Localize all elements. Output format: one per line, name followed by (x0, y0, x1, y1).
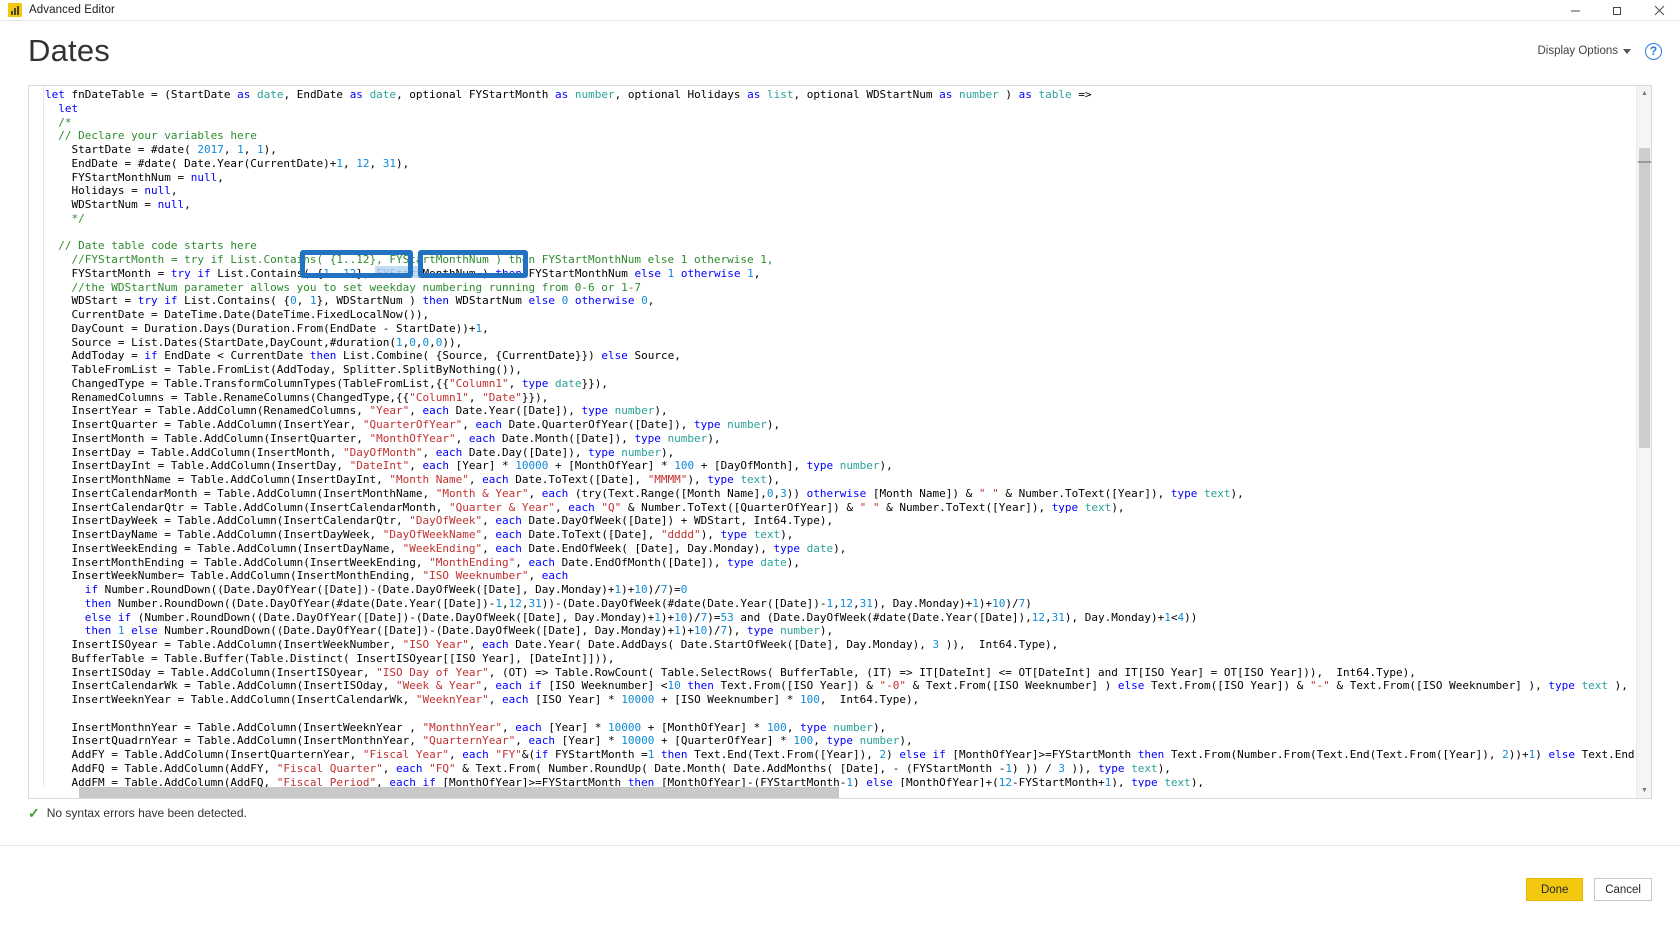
code-line: InsertWeeknYear = Table.AddColumn(Insert… (45, 693, 920, 706)
cancel-button[interactable]: Cancel (1594, 878, 1652, 901)
scroll-up-icon[interactable]: ▲ (1637, 86, 1651, 101)
done-button[interactable]: Done (1526, 878, 1584, 901)
code-line: InsertISOday = Table.AddColumn(InsertISO… (45, 665, 1416, 679)
vertical-scrollbar-thumb[interactable] (1639, 148, 1650, 448)
code-line: InsertISOyear = Table.AddColumn(InsertWe… (45, 638, 1059, 651)
checkmark-icon: ✓ (28, 805, 40, 821)
page-title: Dates (28, 33, 110, 68)
scroll-down-icon[interactable]: ▼ (1637, 783, 1651, 798)
header-actions: Display Options ? (1537, 42, 1662, 60)
code-line: CurrentDate = DateTime.Date(DateTime.Fix… (45, 308, 430, 321)
code-line: if Number.RoundDown((Date.DayOfYear([Dat… (45, 583, 688, 596)
close-icon[interactable] (1638, 0, 1680, 21)
code-line: DayCount = Duration.Days(Duration.From(E… (45, 321, 489, 335)
code-line: InsertWeekEnding = Table.AddColumn(Inser… (45, 541, 847, 555)
code-line: Holidays = null, (45, 184, 178, 198)
syntax-status-text: No syntax errors have been detected. (46, 806, 247, 820)
code-line: InsertMonthnYear = Table.AddColumn(Inser… (45, 720, 887, 734)
code-line: else if (Number.RoundDown((Date.DayOfYea… (45, 610, 1198, 624)
code-text[interactable]: let fnDateTable = (StartDate as date, En… (45, 86, 1636, 788)
code-line: AddToday = if EndDate < CurrentDate then… (45, 349, 681, 363)
page-header: Dates Display Options ? (0, 21, 1680, 81)
code-line: InsertDayWeek = Table.AddColumn(InsertCa… (45, 514, 834, 528)
help-icon[interactable]: ? (1645, 42, 1662, 60)
code-line: /* (45, 115, 72, 129)
text-caret (421, 265, 423, 278)
code-line: EndDate = #date( Date.Year(CurrentDate)+… (45, 156, 410, 170)
code-line: InsertCalendarQtr = Table.AddColumn(Inse… (45, 500, 1125, 514)
display-options-dropdown[interactable]: Display Options (1537, 45, 1631, 57)
code-line: InsertDayInt = Table.AddColumn(InsertDay… (45, 459, 893, 473)
powerbi-icon (8, 3, 22, 17)
code-line: InsertWeekNumber= Table.AddColumn(Insert… (45, 569, 569, 583)
code-line: RenamedColumns = Table.RenameColumns(Cha… (45, 390, 549, 404)
code-line: Source = List.Dates(StartDate,DayCount,#… (45, 335, 463, 349)
window-controls (1554, 0, 1680, 21)
code-line: ChangedType = Table.TransformColumnTypes… (45, 376, 608, 390)
code-line: InsertDayName = Table.AddColumn(InsertDa… (45, 528, 794, 541)
code-line: WDStart = try if List.Contains( {0, 1}, … (45, 294, 655, 308)
dialog-footer: Done Cancel (0, 845, 1680, 945)
chevron-down-icon (1623, 48, 1631, 54)
code-line: // Date table code starts here (45, 239, 257, 253)
code-line: InsertQuadrnYear = Table.AddColumn(Inser… (45, 734, 913, 748)
code-line: AddFY = Table.AddColumn(InsertQuarternYe… (45, 748, 1636, 761)
code-line: //FYStartMonth = try if List.Contains( {… (45, 253, 774, 266)
code-line: then 1 else Number.RoundDown((Date.DayOf… (45, 624, 834, 638)
syntax-status: ✓ No syntax errors have been detected. (28, 806, 247, 820)
vertical-scrollbar[interactable]: ▲ ▼ (1636, 86, 1651, 798)
display-options-label: Display Options (1537, 45, 1618, 57)
code-line: TableFromList = Table.FromList(AddToday,… (45, 363, 522, 376)
horizontal-scrollbar[interactable] (29, 787, 1636, 798)
footer-buttons: Done Cancel (1526, 878, 1652, 901)
code-line: AddFQ = Table.AddColumn(AddFY, "Fiscal Q… (45, 761, 1171, 775)
code-line: InsertMonthName = Table.AddColumn(Insert… (45, 473, 781, 486)
code-line: StartDate = #date( 2017, 1, 1), (45, 143, 277, 156)
code-line: InsertCalendarMonth = Table.AddColumn(In… (45, 486, 1244, 500)
minimize-icon[interactable] (1554, 0, 1596, 21)
code-line: InsertMonth = Table.AddColumn(InsertQuar… (45, 431, 721, 445)
code-line: //the WDStartNum parameter allows you to… (45, 280, 642, 294)
code-line: InsertMonthEnding = Table.AddColumn(Inse… (45, 555, 801, 569)
text-selection-highlight (375, 266, 421, 278)
code-line: WDStartNum = null, (45, 198, 191, 211)
code-editor[interactable]: let fnDateTable = (StartDate as date, En… (28, 85, 1652, 799)
restore-icon[interactable] (1596, 0, 1638, 21)
code-line: InsertDay = Table.AddColumn(InsertMonth,… (45, 445, 675, 459)
code-line: // Declare your variables here (45, 129, 257, 143)
code-line: BufferTable = Table.Buffer(Table.Distinc… (45, 651, 615, 665)
code-line: FYStartMonthNum = null, (45, 170, 224, 184)
window-title: Advanced Editor (29, 4, 115, 16)
code-line: let (45, 101, 79, 115)
code-line: InsertYear = Table.AddColumn(RenamedColu… (45, 404, 668, 418)
code-line: let fnDateTable = (StartDate as date, En… (45, 88, 1092, 101)
scrollbar-marker (1638, 161, 1651, 163)
code-line: FYStartMonth = try if List.Contains( {1.… (45, 266, 761, 280)
code-line: then Number.RoundDown((Date.DayOfYear(#d… (45, 596, 1032, 610)
editor-gutter (29, 86, 44, 798)
title-bar: Advanced Editor (0, 0, 1680, 21)
horizontal-scrollbar-thumb[interactable] (79, 787, 839, 798)
code-line: InsertQuarter = Table.AddColumn(InsertYe… (45, 418, 781, 431)
code-line: InsertCalendarWk = Table.AddColumn(Inser… (45, 679, 1628, 693)
code-line: */ (45, 211, 85, 225)
